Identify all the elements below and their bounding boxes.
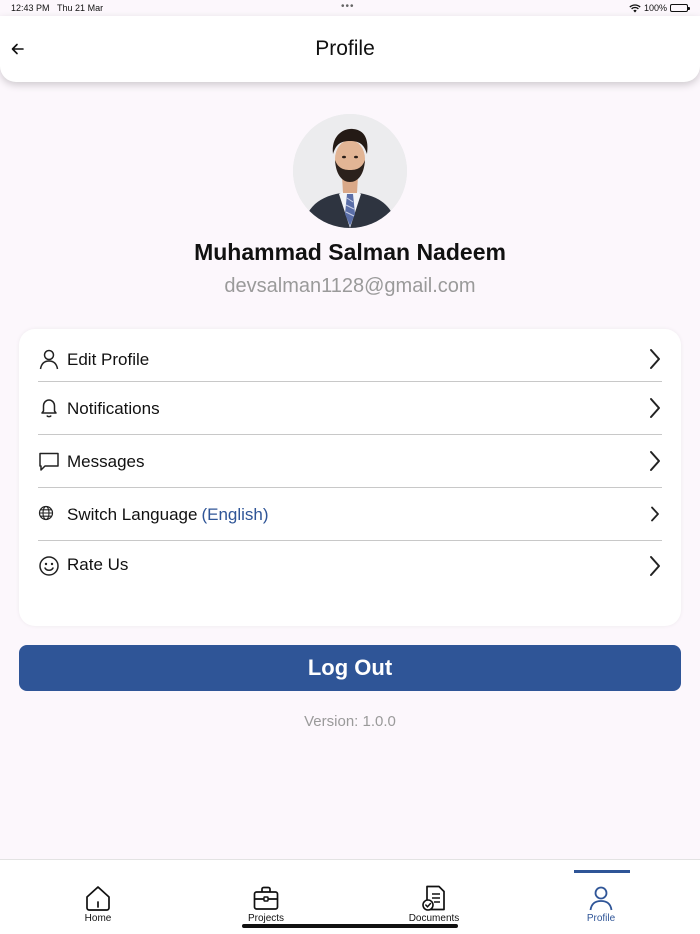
status-bar: 12:43 PM Thu 21 Mar ••• 100% — [0, 0, 700, 16]
wifi-icon — [629, 3, 641, 12]
tab-documents[interactable]: Documents — [374, 860, 494, 934]
status-indicators: 100% — [629, 3, 690, 13]
profile-photo — [293, 114, 407, 228]
bell-icon — [41, 399, 57, 418]
tab-profile[interactable]: Profile — [541, 860, 661, 934]
tab-label-projects: Projects — [247, 913, 285, 924]
logout-button[interactable]: Log Out — [19, 645, 681, 691]
tab-label-home: Home — [84, 913, 112, 924]
chevron-right-icon — [650, 398, 660, 418]
battery-percent: 100% — [643, 3, 667, 13]
briefcase-icon — [253, 886, 279, 910]
battery-icon — [670, 4, 690, 12]
menu-item-messages[interactable]: Messages — [38, 435, 662, 488]
menu-label-rate-us: Rate Us — [67, 555, 129, 574]
menu-label-messages: Messages — [67, 452, 145, 471]
user-email: devsalman1128@gmail.com — [224, 275, 476, 297]
tab-label-profile: Profile — [586, 913, 616, 924]
chevron-right-icon — [650, 556, 660, 576]
home-indicator[interactable] — [242, 924, 458, 928]
chevron-right-icon — [650, 451, 660, 471]
menu-item-rate-us[interactable]: Rate Us — [38, 541, 662, 591]
chevron-right-icon — [651, 506, 659, 522]
active-tab-indicator — [574, 870, 630, 873]
app-header: Profile — [0, 16, 700, 82]
page-title: Profile — [315, 37, 375, 60]
status-time: 12:43 PM Thu 21 Mar — [11, 3, 103, 13]
tab-projects[interactable]: Projects — [206, 860, 326, 934]
status-date: Thu 21 Mar — [57, 3, 104, 13]
avatar[interactable] — [293, 114, 407, 228]
multitasking-dots-icon[interactable]: ••• — [341, 1, 355, 12]
menu-label-notifications: Notifications — [67, 399, 160, 418]
chevron-right-icon — [650, 349, 660, 369]
user-name: Muhammad Salman Nadeem — [194, 239, 506, 265]
document-icon — [422, 885, 445, 911]
user-icon — [39, 349, 59, 370]
menu-label-edit-profile: Edit Profile — [67, 350, 150, 369]
status-clock: 12:43 PM — [11, 3, 50, 13]
settings-menu: Edit Profile Notifications Messages Swit… — [19, 329, 681, 626]
smile-icon — [39, 556, 59, 576]
switch-language-text: Switch Language — [67, 505, 198, 524]
tab-home[interactable]: Home — [38, 860, 158, 934]
menu-item-edit-profile[interactable]: Edit Profile — [38, 339, 662, 382]
current-language: (English) — [201, 505, 269, 524]
menu-item-notifications[interactable]: Notifications — [38, 382, 662, 435]
menu-label-switch-language: Switch Language (English) — [67, 505, 269, 525]
message-icon — [39, 452, 59, 471]
tab-label-documents: Documents — [408, 913, 460, 924]
app-version: Version: 1.0.0 — [304, 713, 396, 730]
menu-item-switch-language[interactable]: Switch Language (English) — [38, 488, 662, 541]
home-icon — [86, 886, 110, 911]
bottom-tab-bar: Home Projects Documents Profile — [0, 859, 700, 934]
person-icon — [589, 886, 613, 911]
globe-icon — [38, 505, 54, 521]
